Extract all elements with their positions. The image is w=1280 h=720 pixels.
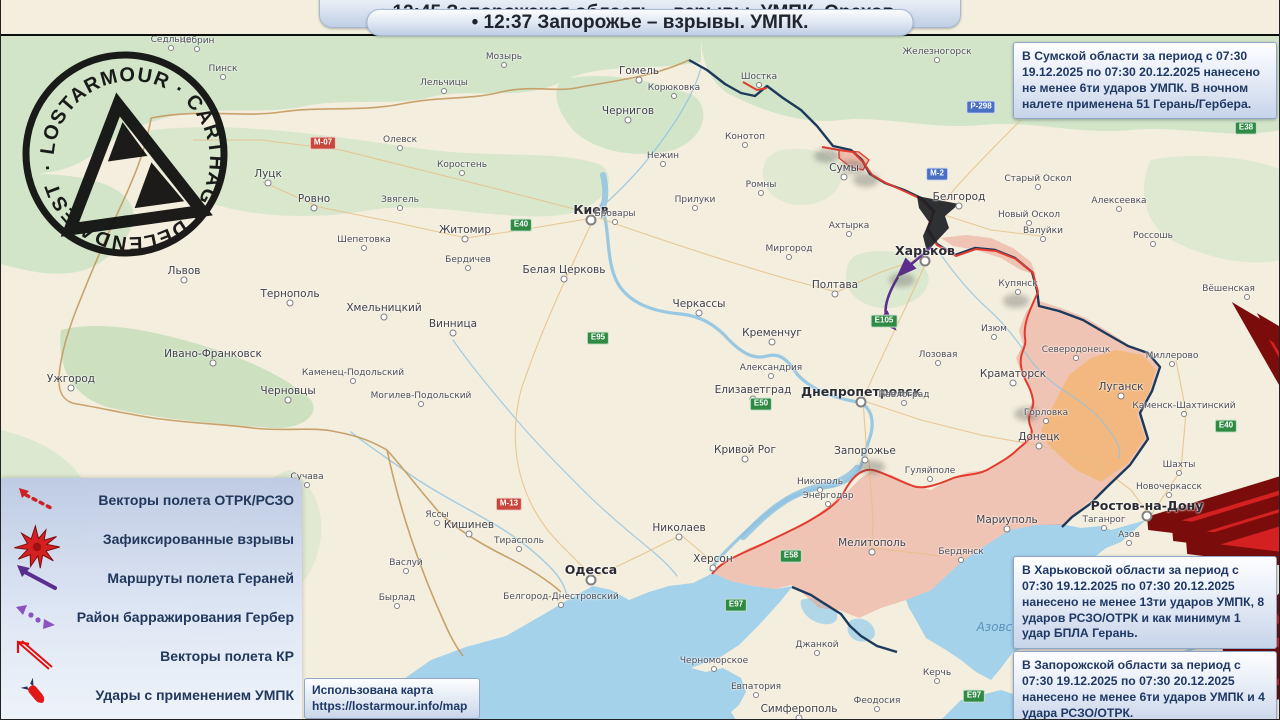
- explosion-shadow: [814, 149, 840, 163]
- explosion-icon: [11, 521, 63, 568]
- geran-route-icon: [11, 560, 63, 596]
- explosion-shadow: [1003, 294, 1029, 308]
- otrk-vector-icon: [11, 482, 63, 518]
- map-attribution: Использована карта https://lostarmour.in…: [304, 678, 480, 719]
- legend-label: Векторы полета КР: [160, 647, 294, 664]
- info-box-zaporizhzhia: В Запорожской области за период с 07:30 …: [1013, 651, 1277, 719]
- info-box-kharkiv: В Харьковской области за период с 07:30 …: [1013, 556, 1277, 650]
- legend-row: Векторы полета КР: [1, 636, 302, 675]
- attribution-label: Использована карта: [312, 683, 434, 697]
- explosion-shadow: [853, 173, 879, 187]
- lostarmour-logo: · LOSTARMOUR · CARTHAGO DELENDA EST: [22, 51, 239, 267]
- legend-panel: Векторы полета ОТРК/РСЗО Зафиксированные …: [1, 478, 302, 719]
- legend-label: Район барражирования Гербер: [76, 608, 294, 625]
- legend-row: Удары с применением УМПК: [1, 675, 302, 714]
- explosion-shadow: [859, 460, 885, 474]
- logo-monogram-triangle: [60, 92, 213, 237]
- explosion-shadow: [839, 160, 865, 174]
- legend-label: Удары с применением УМПК: [95, 686, 294, 703]
- legend-row: Район барражирования Гербер: [1, 597, 302, 636]
- legend-row: Зафиксированные взрывы: [1, 519, 302, 568]
- legend-row: Векторы полета ОТРК/РСЗО: [1, 480, 302, 519]
- legend-label: Векторы полета ОТРК/РСЗО: [98, 491, 294, 508]
- ticker-text-2: • 12:37 Запорожье – взрывы. УМПК.: [471, 11, 809, 33]
- umpk-bomb-icon: [11, 677, 63, 713]
- ticker-line-2: • 12:37 Запорожье – взрывы. УМПК.: [366, 9, 914, 36]
- legend-row: Маршруты полета Гераней: [1, 558, 302, 597]
- info-box-sumy: В Сумской области за период с 07:30 19.1…: [1013, 42, 1277, 120]
- gerber-zone-icon: [11, 599, 63, 635]
- legend-label: Зафиксированные взрывы: [102, 530, 294, 547]
- explosion-shadow: [889, 273, 915, 287]
- map-screenshot: Киев Харьков Одесса Днепропетровск Ростов-на…: [0, 0, 1280, 720]
- explosion-shadow: [1014, 407, 1040, 421]
- attribution-link[interactable]: https://lostarmour.info/map: [312, 699, 472, 715]
- legend-label: Маршруты полета Гераней: [107, 569, 294, 586]
- kr-vector-icon: [11, 638, 63, 674]
